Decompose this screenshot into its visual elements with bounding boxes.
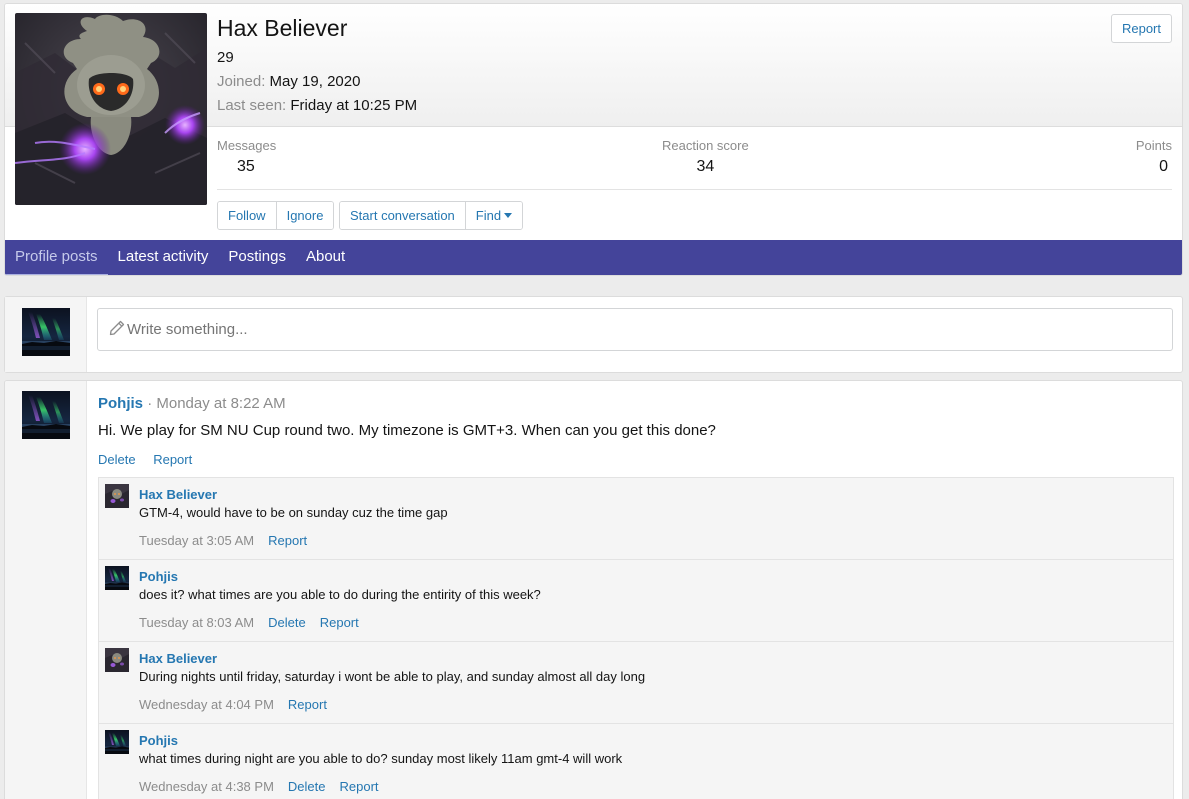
user-title: 29 — [217, 49, 234, 66]
find-label: Find — [475, 208, 502, 223]
stat-messages-value[interactable]: 35 — [217, 158, 276, 176]
stat-points: Points 0 — [1136, 138, 1172, 176]
tab-profile-posts[interactable]: Profile posts — [5, 240, 108, 275]
last-seen-line: Last seen: Friday at 10:25 PM — [217, 97, 417, 114]
comment-avatar[interactable] — [105, 730, 129, 754]
pencil-icon — [109, 320, 125, 336]
find-button[interactable]: Find — [465, 202, 523, 229]
comment-author-link[interactable]: Hax Believer — [139, 487, 217, 502]
comment-text: does it? what times are you able to do d… — [139, 587, 541, 602]
comment-avatar[interactable] — [105, 566, 129, 590]
comment-delete-link[interactable]: Delete — [268, 615, 306, 630]
stat-reaction-score: Reaction score 34 — [662, 138, 749, 176]
report-user-button[interactable]: Report — [1110, 14, 1172, 43]
stat-points-value: 0 — [1159, 158, 1168, 175]
tab-latest-activity[interactable]: Latest activity — [108, 240, 219, 275]
ignore-button[interactable]: Ignore — [276, 202, 334, 229]
comment-time[interactable]: Wednesday at 4:38 PM — [139, 779, 274, 794]
profile-post-composer — [4, 296, 1183, 373]
tab-postings[interactable]: Postings — [218, 240, 296, 275]
comment-author-link[interactable]: Hax Believer — [139, 651, 217, 666]
comment-report-link[interactable]: Report — [320, 615, 359, 630]
comment-report-link[interactable]: Report — [268, 533, 307, 548]
post-author-link[interactable]: Pohjis — [98, 395, 143, 412]
comment-time[interactable]: Tuesday at 8:03 AM — [139, 615, 254, 630]
comment-time[interactable]: Tuesday at 3:05 AM — [139, 533, 254, 548]
comment-meta: Tuesday at 8:03 AM Delete Report — [139, 615, 359, 630]
profile-card: Hax Believer 29 Joined: May 19, 2020 Las… — [4, 3, 1183, 276]
comment-report-link[interactable]: Report — [339, 779, 378, 794]
start-conversation-button[interactable]: Start conversation — [340, 202, 466, 229]
comment-text: GTM-4, would have to be on sunday cuz th… — [139, 505, 448, 520]
post-body: Hi. We play for SM NU Cup round two. My … — [98, 422, 716, 439]
joined-line: Joined: May 19, 2020 — [217, 73, 360, 90]
post-report-link[interactable]: Report — [153, 452, 192, 467]
post-time-link[interactable]: Monday at 8:22 AM — [156, 395, 285, 412]
post-author-avatar[interactable] — [22, 391, 70, 439]
comment-delete-link[interactable]: Delete — [288, 779, 326, 794]
last-seen-label: Last seen: — [217, 97, 287, 114]
caret-down-icon — [504, 213, 513, 218]
stats-divider — [217, 189, 1172, 190]
write-something-input[interactable] — [97, 308, 1173, 351]
tab-about[interactable]: About — [296, 240, 355, 275]
comment-item: Pohjis what times during night are you a… — [99, 724, 1173, 799]
comment-avatar[interactable] — [105, 648, 129, 672]
comment-author-link[interactable]: Pohjis — [139, 733, 178, 748]
post-avatar-column — [5, 381, 87, 799]
comment-meta: Wednesday at 4:38 PM Delete Report — [139, 779, 379, 794]
follow-ignore-group: Follow Ignore — [217, 201, 335, 230]
comment-text: what times during night are you able to … — [139, 751, 623, 766]
comment-item: Hax Believer During nights until friday,… — [99, 642, 1173, 724]
comment-time[interactable]: Wednesday at 4:04 PM — [139, 697, 274, 712]
post-delete-link[interactable]: Delete — [98, 452, 136, 467]
profile-username: Hax Believer — [217, 15, 348, 41]
last-seen-time: Friday at 10:25 PM — [290, 97, 418, 114]
post-actions: Delete Report — [98, 452, 206, 467]
comment-meta: Tuesday at 3:05 AM Report — [139, 533, 307, 548]
comment-avatar[interactable] — [105, 484, 129, 508]
post-separator: · — [147, 395, 153, 412]
profile-post: Pohjis · Monday at 8:22 AM Hi. We play f… — [4, 380, 1183, 799]
joined-label: Joined: — [217, 73, 266, 90]
conversation-find-group: Start conversation Find — [339, 201, 524, 230]
comment-item: Hax Believer GTM-4, would have to be on … — [99, 478, 1173, 560]
profile-tabs: Profile posts Latest activity Postings A… — [5, 240, 1182, 275]
comment-author-link[interactable]: Pohjis — [139, 569, 178, 584]
comment-text: During nights until friday, saturday i w… — [139, 669, 646, 684]
joined-date: May 19, 2020 — [269, 73, 361, 90]
stat-reaction-label: Reaction score — [662, 138, 749, 153]
post-header: Pohjis · Monday at 8:22 AM — [98, 395, 286, 412]
stat-points-label: Points — [1135, 138, 1172, 153]
composer-avatar[interactable] — [22, 308, 70, 356]
comment-list: Hax Believer GTM-4, would have to be on … — [98, 477, 1174, 799]
stat-messages-label: Messages — [217, 138, 277, 153]
stat-reaction-value: 34 — [696, 158, 715, 175]
comment-report-link[interactable]: Report — [288, 697, 327, 712]
stat-messages: Messages 35 — [217, 138, 276, 176]
follow-button[interactable]: Follow — [218, 202, 277, 229]
comment-meta: Wednesday at 4:04 PM Report — [139, 697, 327, 712]
comment-item: Pohjis does it? what times are you able … — [99, 560, 1173, 642]
profile-avatar[interactable] — [15, 13, 207, 205]
